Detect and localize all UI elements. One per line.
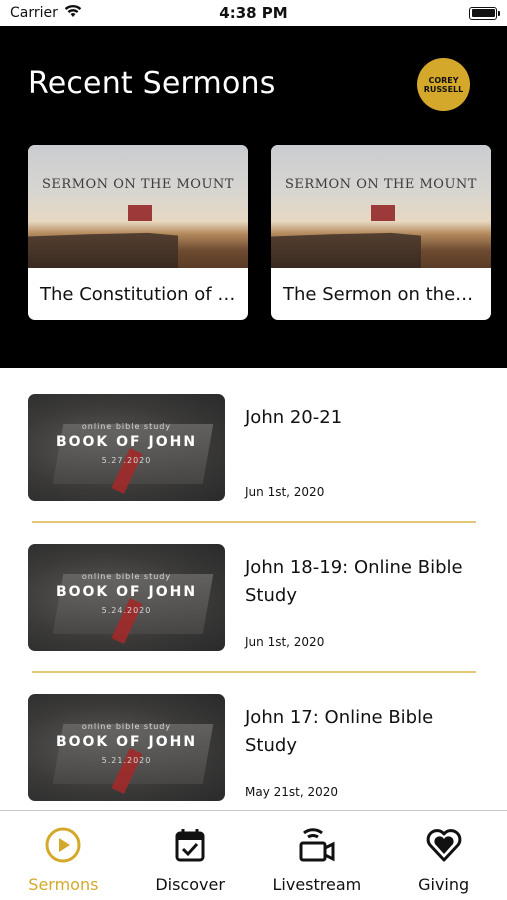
tab-discover[interactable]: Discover (127, 811, 254, 900)
tab-label: Discover (155, 875, 225, 894)
tab-label: Sermons (28, 875, 99, 894)
sermon-date: May 21st, 2020 (245, 785, 339, 799)
calendar-check-icon (170, 825, 210, 869)
play-circle-icon (43, 825, 83, 869)
thumbnail-title: BOOK OF JOHN (55, 584, 198, 600)
list-item[interactable]: online bible study BOOK OF JOHN 5.24.202… (0, 518, 507, 673)
recent-sermons-header: Recent Sermons COREY RUSSELL SERMON ON T… (0, 26, 507, 368)
avatar-line-1: COREY (428, 75, 459, 85)
featured-title: The Constitution of t… (40, 284, 243, 305)
sermon-date: Jun 1st, 2020 (245, 635, 325, 649)
tab-bar: Sermons Discover Livestream Giving (0, 810, 507, 900)
tab-label: Livestream (272, 875, 362, 894)
featured-title: The Sermon on the… (283, 284, 474, 305)
page-title: Recent Sermons (28, 66, 276, 101)
sermon-thumbnail: online bible study BOOK OF JOHN 5.24.202… (28, 544, 225, 651)
wifi-icon (64, 4, 82, 22)
sermon-title: John 17: Online Bible Study (245, 707, 434, 756)
video-camera-icon (297, 825, 337, 869)
tab-giving[interactable]: Giving (380, 811, 507, 900)
thumbnail-title: BOOK OF JOHN (55, 434, 198, 450)
thumbnail-date: 5.27.2020 (101, 456, 152, 465)
tab-label: Giving (418, 875, 470, 894)
heart-icon (424, 825, 464, 869)
sermon-title: John 20-21 (245, 407, 343, 428)
sermon-thumbnail: online bible study BOOK OF JOHN 5.27.202… (28, 394, 225, 501)
sermon-date: Jun 1st, 2020 (245, 485, 325, 499)
sermon-thumbnail: online bible study BOOK OF JOHN 5.21.202… (28, 694, 225, 801)
thumbnail-date: 5.24.2020 (101, 606, 152, 615)
featured-carousel[interactable]: SERMON ON THE MOUNT The Constitution of … (28, 145, 491, 320)
thumbnail-caption: SERMON ON THE MOUNT (285, 177, 477, 192)
tab-sermons[interactable]: Sermons (0, 811, 127, 900)
featured-thumbnail: SERMON ON THE MOUNT (271, 145, 491, 268)
avatar[interactable]: COREY RUSSELL (417, 58, 470, 111)
carrier-label: Carrier (10, 5, 58, 21)
featured-card[interactable]: SERMON ON THE MOUNT The Sermon on the… (271, 145, 491, 320)
thumbnail-subtitle: online bible study (81, 572, 172, 581)
thumbnail-caption: SERMON ON THE MOUNT (42, 177, 234, 192)
featured-thumbnail: SERMON ON THE MOUNT (28, 145, 248, 268)
tab-livestream[interactable]: Livestream (254, 811, 381, 900)
status-bar: Carrier 4:38 PM (0, 0, 507, 26)
list-item[interactable]: online bible study BOOK OF JOHN 5.21.202… (0, 668, 507, 818)
status-left: Carrier (10, 4, 82, 22)
thumbnail-title: BOOK OF JOHN (55, 734, 198, 750)
battery-icon (469, 6, 500, 20)
thumbnail-subtitle: online bible study (81, 722, 172, 731)
avatar-line-2: RUSSELL (423, 84, 464, 94)
sermon-title: John 18-19: Online Bible Study (245, 557, 463, 606)
thumbnail-subtitle: online bible study (81, 422, 172, 431)
list-item[interactable]: online bible study BOOK OF JOHN 5.27.202… (0, 368, 507, 523)
featured-card[interactable]: SERMON ON THE MOUNT The Constitution of … (28, 145, 248, 320)
thumbnail-date: 5.21.2020 (101, 756, 152, 765)
